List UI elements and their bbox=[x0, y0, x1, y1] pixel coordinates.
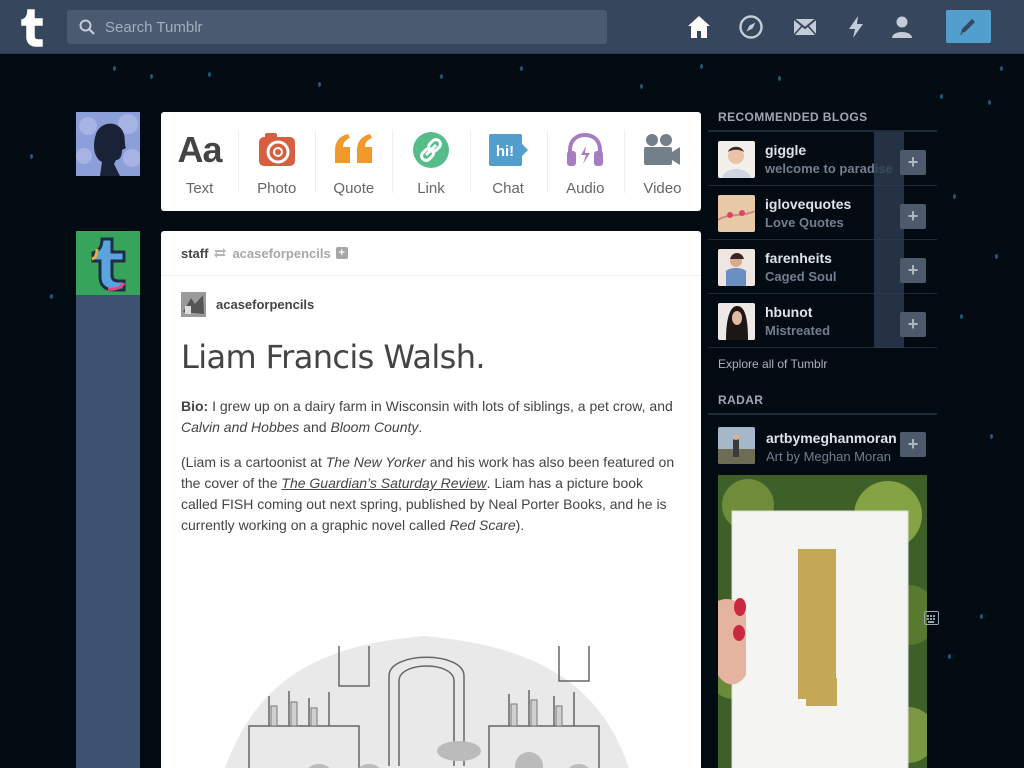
follow-radar-blog-button[interactable]: + bbox=[900, 432, 926, 457]
radar-post-image[interactable] bbox=[718, 475, 927, 768]
post-type-link-label: Link bbox=[417, 180, 445, 197]
user-avatar[interactable] bbox=[76, 112, 140, 176]
post-header: staff acaseforpencils + bbox=[161, 231, 701, 276]
post-type-text[interactable]: Aa Text bbox=[161, 112, 238, 211]
bio-emphasis-2: Bloom County bbox=[330, 419, 419, 435]
top-navigation-bar bbox=[0, 0, 1024, 54]
search-box[interactable] bbox=[67, 10, 607, 44]
post-type-chat-label: Chat bbox=[492, 180, 524, 197]
pencil-icon bbox=[960, 19, 975, 35]
body-emphasis-2: Red Scare bbox=[449, 517, 516, 533]
guardian-link[interactable]: The Guardian’s Saturday Review bbox=[281, 475, 486, 491]
source-blog-name[interactable]: acaseforpencils bbox=[216, 297, 314, 312]
reblogger-link[interactable]: staff bbox=[181, 246, 208, 261]
bio-end: . bbox=[418, 419, 423, 435]
avatar-silhouette-image bbox=[76, 114, 140, 176]
search-icon bbox=[79, 19, 95, 35]
blog-avatar[interactable] bbox=[718, 249, 755, 286]
post-type-text-label: Text bbox=[185, 180, 214, 197]
home-icon[interactable] bbox=[686, 14, 712, 40]
blog-name[interactable]: giggle bbox=[765, 142, 806, 158]
tumblr-t-logo-icon bbox=[91, 237, 126, 292]
post-type-photo[interactable]: Photo bbox=[238, 112, 315, 211]
follow-blog-button[interactable]: + bbox=[900, 258, 926, 283]
chat-icon: hi! bbox=[489, 134, 529, 166]
radar-blog-name[interactable]: artbymeghanmoran bbox=[766, 430, 897, 446]
post-type-video[interactable]: Video bbox=[623, 112, 701, 211]
dashboard-post: staff acaseforpencils + acaseforpencils … bbox=[161, 231, 701, 768]
recommended-blog-item[interactable]: iglovequotes Love Quotes + bbox=[708, 186, 937, 240]
recommended-blogs-title: RECOMMENDED BLOGS bbox=[708, 105, 937, 132]
lightning-icon[interactable] bbox=[843, 14, 869, 40]
bio-text: I grew up on a dairy farm in Wisconsin w… bbox=[208, 398, 673, 414]
follow-blog-button[interactable]: + bbox=[900, 150, 926, 175]
recommended-blog-item[interactable]: farenheits Caged Soul + bbox=[708, 240, 937, 294]
person-icon[interactable] bbox=[889, 14, 915, 40]
explore-all-link[interactable]: Explore all of Tumblr bbox=[708, 348, 937, 388]
quote-icon bbox=[334, 134, 372, 163]
post-bio-paragraph: Bio: I grew up on a dairy farm in Wiscon… bbox=[161, 396, 701, 438]
blog-avatar[interactable] bbox=[718, 195, 755, 232]
post-type-selector: Aa Text Photo Quote Link hi! Chat Audio … bbox=[161, 112, 701, 211]
follow-plus-icon[interactable]: + bbox=[335, 247, 348, 259]
radar-blog-avatar[interactable] bbox=[718, 427, 755, 464]
radar-blog-title: Art by Meghan Moran bbox=[766, 449, 892, 464]
body-text-d: ). bbox=[515, 517, 525, 533]
body-emphasis-1: The New Yorker bbox=[325, 454, 426, 470]
tumblr-logo-icon[interactable] bbox=[16, 7, 52, 47]
post-type-link[interactable]: Link bbox=[392, 112, 469, 211]
camera-icon bbox=[258, 133, 295, 166]
compass-icon[interactable] bbox=[738, 14, 764, 40]
blog-title: Love Quotes bbox=[765, 215, 844, 230]
bio-emphasis-1: Calvin and Hobbes bbox=[181, 419, 300, 435]
radar-title: RADAR bbox=[708, 388, 937, 415]
post-type-quote[interactable]: Quote bbox=[315, 112, 392, 211]
blog-avatar[interactable] bbox=[718, 141, 755, 178]
video-camera-icon bbox=[644, 134, 681, 165]
post-type-video-label: Video bbox=[643, 180, 682, 197]
post-body-paragraph: (Liam is a cartoonist at The New Yorker … bbox=[161, 452, 701, 536]
source-blog-avatar[interactable] bbox=[181, 292, 206, 317]
bio-and: and bbox=[299, 419, 331, 435]
keyboard-shortcuts-icon[interactable] bbox=[924, 611, 939, 625]
compose-post-button[interactable] bbox=[946, 10, 991, 43]
link-icon bbox=[412, 132, 449, 168]
post-title: Liam Francis Walsh. bbox=[181, 338, 486, 376]
post-source: acaseforpencils bbox=[161, 276, 701, 317]
recommended-blog-item[interactable]: giggle welcome to paradise + bbox=[708, 132, 937, 186]
staff-blog-avatar[interactable] bbox=[76, 231, 140, 295]
follow-blog-button[interactable]: + bbox=[900, 312, 926, 337]
right-sidebar: RECOMMENDED BLOGS giggle welcome to para… bbox=[708, 105, 937, 768]
reblogged-from-link[interactable]: acaseforpencils bbox=[232, 246, 330, 261]
blog-avatar[interactable] bbox=[718, 303, 755, 340]
radar-blog-item[interactable]: artbymeghanmoran Art by Meghan Moran + bbox=[708, 423, 937, 468]
staff-avatar-column bbox=[76, 295, 140, 768]
bio-label: Bio: bbox=[181, 398, 209, 414]
blog-title: Caged Soul bbox=[765, 269, 837, 284]
mail-icon[interactable] bbox=[792, 14, 818, 40]
post-type-audio[interactable]: Audio bbox=[546, 112, 624, 211]
post-type-audio-label: Audio bbox=[566, 180, 605, 197]
post-type-quote-label: Quote bbox=[333, 180, 375, 197]
recommended-blog-item[interactable]: hbunot Mistreated + bbox=[708, 294, 937, 348]
svg-text:hi!: hi! bbox=[496, 143, 514, 160]
blog-name[interactable]: hbunot bbox=[765, 304, 812, 320]
blog-name[interactable]: farenheits bbox=[765, 250, 832, 266]
body-text-a: (Liam is a cartoonist at bbox=[181, 454, 326, 470]
cartoon-illustration bbox=[225, 636, 629, 768]
text-icon: Aa bbox=[177, 129, 223, 170]
post-type-photo-label: Photo bbox=[257, 180, 297, 197]
blog-title: Mistreated bbox=[765, 323, 831, 338]
follow-blog-button[interactable]: + bbox=[900, 204, 926, 229]
reblog-icon bbox=[213, 247, 227, 259]
headphones-icon bbox=[567, 132, 604, 166]
blog-name[interactable]: iglovequotes bbox=[765, 196, 851, 212]
post-type-chat[interactable]: hi! Chat bbox=[469, 112, 547, 211]
search-input[interactable] bbox=[105, 10, 595, 44]
